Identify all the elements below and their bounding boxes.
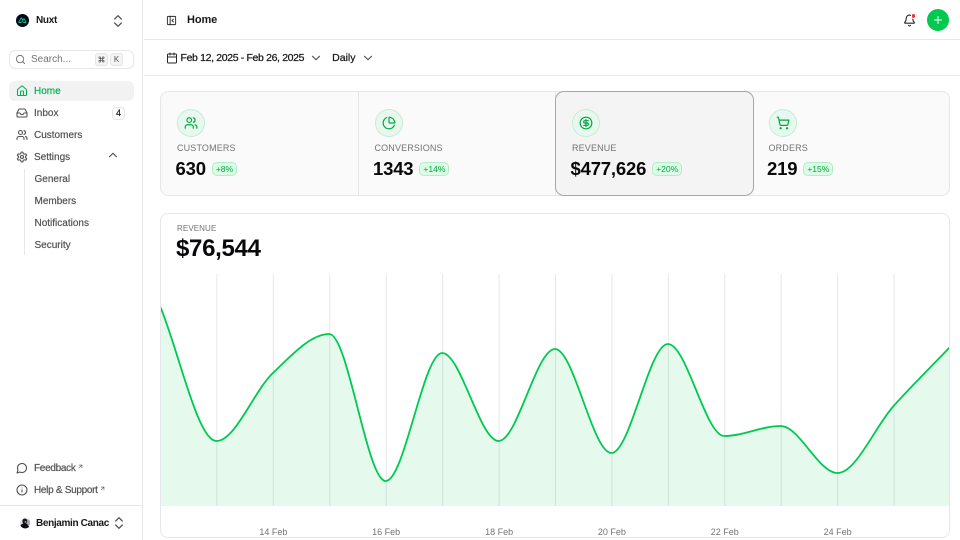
svg-text:16 Feb: 16 Feb bbox=[372, 527, 400, 537]
svg-text:24 Feb: 24 Feb bbox=[824, 527, 852, 537]
svg-text:18 Feb: 18 Feb bbox=[485, 527, 513, 537]
svg-text:22 Feb: 22 Feb bbox=[711, 527, 739, 537]
svg-text:20 Feb: 20 Feb bbox=[598, 527, 626, 537]
svg-text:14 Feb: 14 Feb bbox=[259, 527, 287, 537]
